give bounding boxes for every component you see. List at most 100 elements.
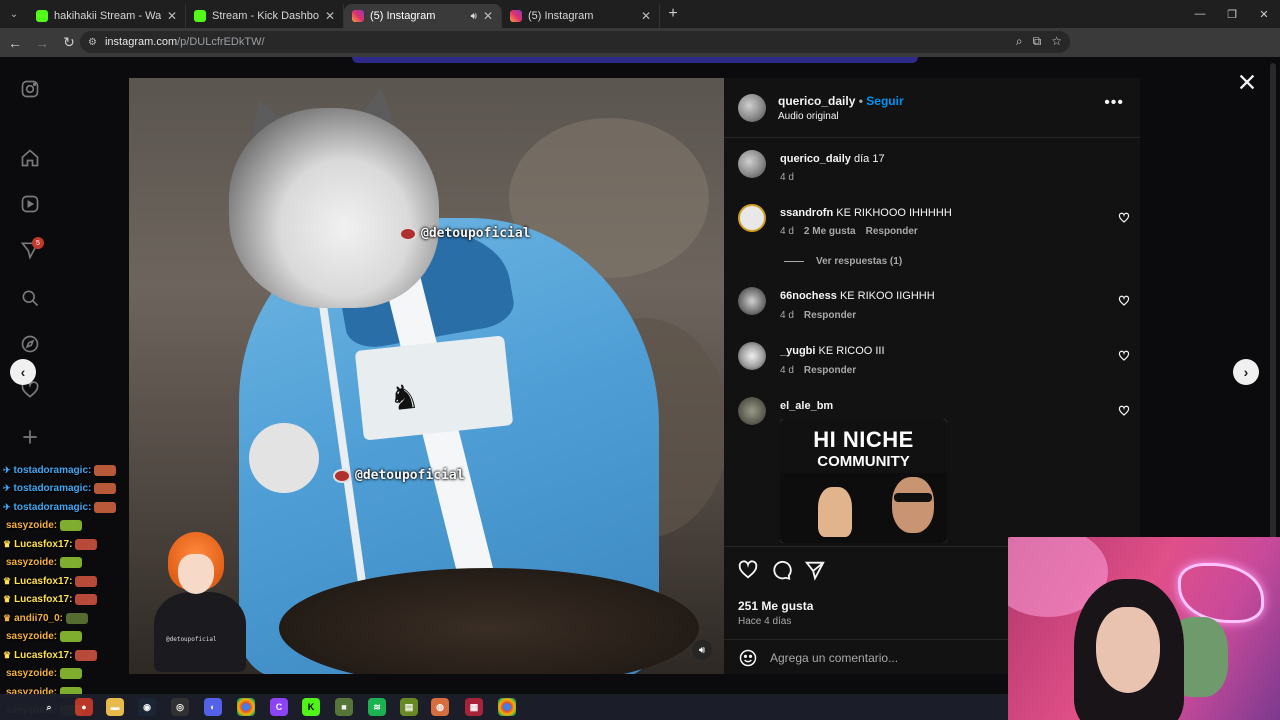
reply-button[interactable]: Responder (866, 226, 918, 237)
tab-search-icon[interactable]: ⌄ (0, 0, 28, 28)
taskbar-explorer-icon[interactable]: ▬ (106, 698, 124, 716)
like-heart-icon[interactable] (737, 559, 759, 581)
author-avatar[interactable] (738, 94, 766, 122)
tab-audio-icon[interactable]: 🔊︎ (471, 11, 477, 22)
taskbar-steam-icon[interactable]: ◉ (138, 698, 156, 716)
taskbar-app-icon[interactable]: ◍ (431, 698, 449, 716)
reply-button[interactable]: Responder (804, 365, 856, 376)
more-options-icon[interactable]: ••• (1104, 94, 1124, 112)
chat-emote-icon (75, 649, 98, 661)
commenter-avatar[interactable] (738, 204, 766, 232)
commenter-avatar[interactable] (738, 287, 766, 315)
chat-emote-icon (75, 594, 98, 605)
forward-icon[interactable]: → (30, 31, 54, 55)
back-icon[interactable]: ← (3, 31, 27, 55)
create-icon[interactable] (18, 425, 42, 449)
comment-username[interactable]: _yugbi (780, 345, 815, 357)
tab-close-icon[interactable]: ✕ (483, 9, 493, 23)
caption-body: día 17 (853, 153, 885, 165)
instagram-icon[interactable] (18, 77, 42, 101)
comment-username[interactable]: el_ale_bm (780, 400, 833, 412)
like-comment-heart-icon[interactable] (1118, 350, 1130, 362)
commenter-avatar[interactable] (738, 397, 766, 425)
follow-button[interactable]: Seguir (866, 94, 903, 108)
site-info-icon[interactable]: ⚙ (88, 37, 97, 48)
restore-icon[interactable]: ❐ (1216, 0, 1248, 28)
bookmark-star-icon[interactable]: ☆ (1051, 34, 1062, 49)
like-comment-heart-icon[interactable] (1118, 405, 1130, 417)
caption-username[interactable]: querico_daily (780, 153, 851, 165)
reload-icon[interactable]: ↻ (57, 31, 81, 55)
stream-chat-overlay: ✈ tostadoramagic: ✈ tostadoramagic: ✈ tostado… (0, 461, 128, 720)
comment-gif[interactable]: HI NICHE COMMUNITY (780, 419, 947, 543)
address-bar[interactable]: ⚙ instagram.com/p/DULcfrEDkTW/ ⌕ ⧉ ☆ (80, 31, 1070, 53)
comment-username[interactable]: ssandrofn (780, 207, 833, 219)
kick-favicon-icon (36, 10, 48, 22)
audio-label[interactable]: Audio original (778, 111, 839, 122)
add-comment-input[interactable] (770, 650, 1010, 666)
minimize-icon[interactable]: — (1184, 0, 1216, 28)
search-icon[interactable] (18, 286, 42, 310)
chat-username: tostadoramagic: (13, 464, 92, 476)
chat-badge-icon: ♛ (3, 649, 12, 660)
taskbar-minecraft-icon[interactable]: ■ (335, 698, 353, 716)
chat-message: ♛ Lucasfox17: (3, 591, 98, 609)
volume-icon[interactable]: 🔊︎ (692, 640, 712, 660)
browser-tab-kick-stream[interactable]: hakihakii Stream - Watch Live o ✕ (28, 4, 186, 28)
chat-message: sasyzoide: (3, 628, 83, 646)
zoom-icon[interactable]: ⌕ (1016, 34, 1023, 49)
taskbar-app-icon[interactable]: ● (75, 698, 93, 716)
author-avatar[interactable] (738, 150, 766, 178)
like-comment-heart-icon[interactable] (1118, 212, 1130, 224)
browser-tab-kick-dashboard[interactable]: Stream - Kick Dashboard ✕ (186, 4, 344, 28)
chat-message: ♛ Lucasfox17: (3, 535, 98, 553)
install-app-icon[interactable]: ⧉ (1033, 34, 1042, 49)
comment-bubble-icon[interactable] (770, 559, 792, 581)
home-icon[interactable] (18, 146, 42, 170)
tab-close-icon[interactable]: ✕ (325, 9, 335, 23)
next-post-button[interactable]: › (1233, 359, 1259, 385)
share-icon[interactable] (804, 559, 826, 581)
author-username[interactable]: querico_daily (778, 94, 855, 108)
taskbar-obs-icon[interactable]: ◎ (171, 698, 189, 716)
reply-button[interactable]: Responder (804, 310, 856, 321)
tab-close-icon[interactable]: ✕ (167, 9, 177, 23)
vtuber-face (178, 554, 214, 594)
commenter-avatar[interactable] (738, 342, 766, 370)
chat-badge-icon: ♛ (3, 538, 12, 549)
gif-face (892, 477, 934, 533)
close-window-icon[interactable]: ✕ (1248, 0, 1280, 28)
view-replies-button[interactable]: Ver respuestas (1) (784, 256, 902, 267)
close-post-icon[interactable] (1236, 71, 1258, 93)
taskbar-app-icon[interactable]: ▦ (465, 698, 483, 716)
taskbar-chrome-icon[interactable] (237, 698, 255, 716)
like-count[interactable]: 251 Me gusta (738, 599, 813, 613)
taskbar-app-icon[interactable]: C (270, 698, 288, 716)
streamer-webcam (1008, 537, 1280, 720)
taskbar-app-icon[interactable]: ▤ (400, 698, 418, 716)
chat-message: sasyzoide: (3, 517, 83, 535)
browser-tab-instagram-active[interactable]: (5) Instagram 🔊︎ ✕ (344, 4, 502, 28)
previous-post-button[interactable]: ‹ (10, 359, 36, 385)
like-comment-heart-icon[interactable] (1118, 295, 1130, 307)
cat-head (229, 108, 439, 308)
caption-meta: 4 d (780, 172, 794, 183)
taskbar-search-icon[interactable]: ⌕ (40, 698, 58, 716)
taskbar-kick-icon[interactable]: K (302, 698, 320, 716)
notification-badge: 5 (32, 237, 44, 249)
emoji-icon[interactable] (738, 648, 758, 668)
chat-username: sasyzoide: (6, 557, 58, 568)
browser-tab-instagram[interactable]: (5) Instagram ✕ (502, 4, 660, 28)
reels-icon[interactable] (18, 192, 42, 216)
chat-emote-icon (60, 520, 83, 531)
taskbar-spotify-icon[interactable]: ≋ (368, 698, 386, 716)
comment-likes[interactable]: 2 Me gusta (804, 226, 856, 237)
taskbar-discord-icon[interactable]: ◐ (204, 698, 222, 716)
taskbar-chrome-icon[interactable] (498, 698, 516, 716)
vtuber-shirt-text: @detoupoficial (166, 636, 217, 643)
comment-text: _yugbi KE RICOO III (780, 345, 885, 357)
comment-username[interactable]: 66nochess (780, 290, 837, 302)
explore-icon[interactable] (18, 332, 42, 356)
new-tab-button[interactable]: + (660, 5, 686, 23)
tab-close-icon[interactable]: ✕ (641, 9, 651, 23)
